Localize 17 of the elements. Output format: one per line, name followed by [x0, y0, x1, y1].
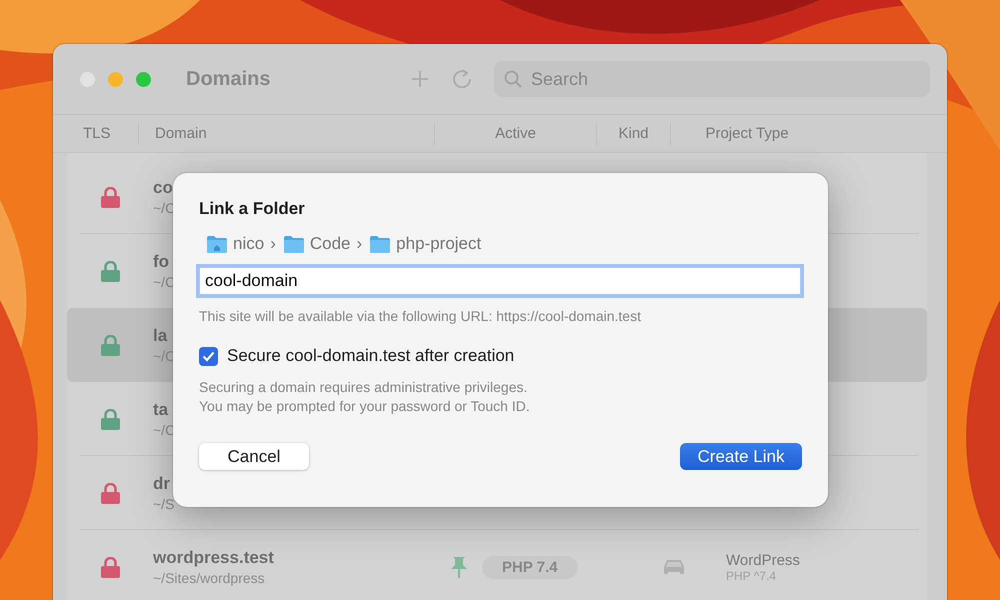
chevron: ›	[356, 234, 362, 254]
url-hint: This site will be available via the following URL: https://cool-domain.test	[199, 308, 642, 324]
project-type: WordPress	[726, 552, 800, 568]
dialog-title: Link a Folder	[199, 199, 306, 219]
domain-name: co	[153, 178, 173, 198]
domain-name: fo	[153, 252, 170, 272]
domain-name: dr	[153, 474, 170, 494]
chevron: ›	[270, 234, 276, 254]
privileges-note: Securing a domain requires administrative privileges.	[199, 378, 528, 397]
window-title: Domains	[186, 68, 272, 90]
domain-path: ~/S	[153, 496, 174, 512]
domain-name: wordpress.test	[153, 548, 274, 568]
php-version-badge: PHP 7.4	[482, 556, 578, 578]
domain-name: la	[153, 326, 168, 346]
privileges-note: You may be prompted for your password or Touch ID.	[199, 397, 531, 416]
domain-path: ~/Sites/wordpress	[153, 570, 265, 586]
domain-name: ta	[153, 400, 168, 420]
